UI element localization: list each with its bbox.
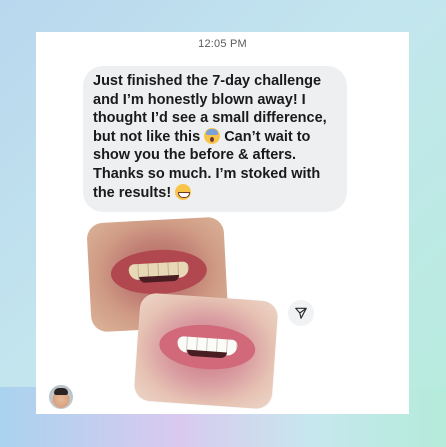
before-mouth	[139, 274, 180, 283]
share-button[interactable]	[288, 300, 314, 326]
grinning-face-emoji-icon	[175, 183, 192, 200]
after-lips	[157, 321, 257, 373]
chat-window: 12:05 PM Just finished the 7-day challen…	[36, 32, 409, 414]
screaming-face-emoji-icon	[204, 127, 221, 144]
message-text: Just finished the 7-day challenge and I’…	[93, 72, 341, 202]
after-smile-photo[interactable]	[133, 292, 279, 410]
share-icon	[295, 307, 307, 319]
before-lips	[109, 247, 208, 297]
message-bubble[interactable]: Just finished the 7-day challenge and I’…	[83, 66, 347, 212]
message-timestamp: 12:05 PM	[198, 38, 247, 50]
sender-avatar[interactable]	[49, 385, 73, 409]
